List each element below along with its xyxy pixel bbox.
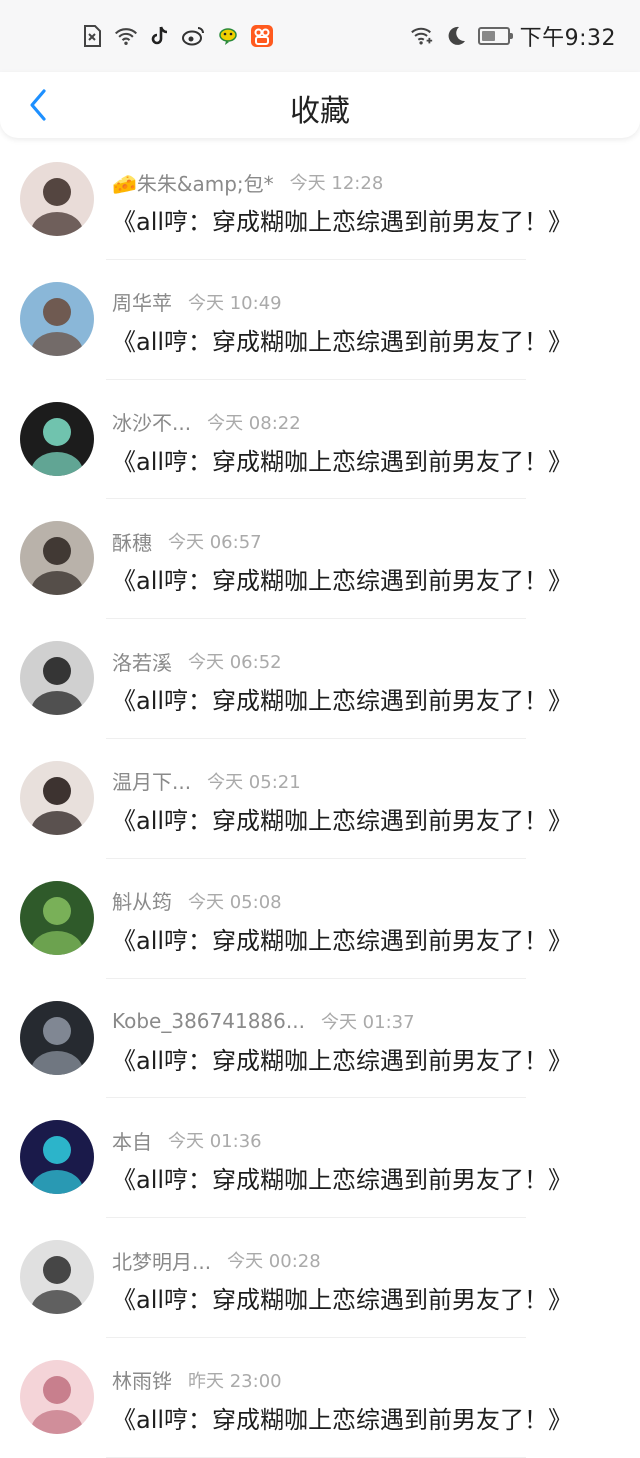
book-title[interactable]: 《all哼：穿成糊咖上恋综遇到前男友了！》 — [112, 1041, 572, 1076]
username[interactable]: 北梦明月... — [112, 1246, 211, 1275]
timestamp: 今天 10:49 — [188, 292, 282, 314]
favorites-list[interactable]: 🧀朱朱&amp;包* 今天 12:28 《all哼：穿成糊咖上恋综遇到前男友了！》周… — [0, 140, 640, 1458]
timestamp: 今天 05:08 — [188, 891, 282, 913]
item-meta: 🧀朱朱&amp;包* 今天 12:28 — [112, 168, 383, 196]
list-item[interactable]: 🧀朱朱&amp;包* 今天 12:28 《all哼：穿成糊咖上恋综遇到前男友了！》 — [0, 140, 640, 260]
book-title[interactable]: 《all哼：穿成糊咖上恋综遇到前男友了！》 — [112, 442, 572, 477]
username[interactable]: 冰沙不... — [112, 407, 191, 436]
avatar[interactable] — [20, 760, 94, 835]
username[interactable]: Kobe_386741886... — [112, 1009, 305, 1033]
item-meta: 酥穗 今天 06:57 — [112, 527, 262, 555]
timestamp: 今天 01:36 — [168, 1131, 262, 1153]
username[interactable]: 洛若溪 — [112, 647, 172, 676]
avatar[interactable] — [20, 162, 94, 236]
book-title[interactable]: 《all哼：穿成糊咖上恋综遇到前男友了！》 — [112, 801, 572, 836]
avatar[interactable] — [20, 1000, 94, 1075]
item-meta: 林雨铧 昨天 23:00 — [112, 1366, 282, 1394]
status-bar: 下午9:32 — [0, 0, 640, 72]
avatar[interactable] — [20, 1120, 94, 1195]
item-meta: 洛若溪 今天 06:52 — [112, 647, 282, 675]
avatar[interactable] — [20, 521, 94, 596]
avatar[interactable] — [20, 880, 94, 955]
list-item[interactable]: 斛从筠 今天 05:08 《all哼：穿成糊咖上恋综遇到前男友了！》 — [0, 859, 640, 979]
avatar[interactable] — [20, 641, 94, 716]
book-title[interactable]: 《all哼：穿成糊咖上恋综遇到前男友了！》 — [112, 322, 572, 357]
timestamp: 今天 00:28 — [227, 1251, 321, 1273]
chat-app-icon — [216, 24, 240, 48]
username[interactable]: 周华苹 — [112, 287, 172, 316]
avatar[interactable] — [20, 401, 94, 476]
username[interactable]: 温月下... — [112, 766, 191, 795]
book-title[interactable]: 《all哼：穿成糊咖上恋综遇到前男友了！》 — [112, 1160, 572, 1195]
item-meta: 冰沙不... 今天 08:22 — [112, 408, 301, 436]
item-meta: 温月下... 今天 05:21 — [112, 767, 301, 795]
sim-error-icon — [80, 24, 104, 48]
item-meta: 斛从筠 今天 05:08 — [112, 887, 282, 915]
timestamp: 昨天 23:00 — [188, 1370, 282, 1392]
wifi-icon — [114, 24, 138, 48]
timestamp: 今天 06:57 — [168, 532, 262, 554]
username[interactable]: 🧀朱朱&amp;包* — [112, 168, 274, 197]
item-meta: 本自 今天 01:36 — [112, 1126, 262, 1154]
list-item[interactable]: 酥穗 今天 06:57 《all哼：穿成糊咖上恋综遇到前男友了！》 — [0, 499, 640, 620]
timestamp: 今天 05:21 — [207, 771, 301, 793]
avatar[interactable] — [20, 1240, 94, 1315]
weibo-icon — [182, 24, 206, 48]
status-time: 下午9:32 — [519, 26, 616, 51]
battery-level — [481, 31, 495, 41]
list-item[interactable]: 温月下... 今天 05:21 《all哼：穿成糊咖上恋综遇到前男友了！》 — [0, 739, 640, 859]
book-title[interactable]: 《all哼：穿成糊咖上恋综遇到前男友了！》 — [112, 202, 572, 237]
list-item[interactable]: 本自 今天 01:36 《all哼：穿成糊咖上恋综遇到前男友了！》 — [0, 1098, 640, 1219]
username[interactable]: 斛从筠 — [112, 886, 172, 915]
avatar[interactable] — [20, 1359, 94, 1434]
page-title: 收藏 — [290, 94, 350, 129]
username[interactable]: 酥穗 — [112, 527, 152, 556]
status-bar-system: 下午9:32 — [410, 22, 616, 51]
kuaishou-icon — [250, 24, 274, 48]
item-meta: Kobe_386741886... 今天 01:37 — [112, 1007, 415, 1035]
status-bar-notifications — [80, 22, 274, 50]
username[interactable]: 本自 — [112, 1126, 152, 1155]
book-title[interactable]: 《all哼：穿成糊咖上恋综遇到前男友了！》 — [112, 681, 572, 716]
battery-icon — [477, 27, 513, 45]
item-meta: 北梦明月... 今天 00:28 — [112, 1246, 321, 1274]
list-item[interactable]: 冰沙不... 今天 08:22 《all哼：穿成糊咖上恋综遇到前男友了！》 — [0, 380, 640, 500]
book-title[interactable]: 《all哼：穿成糊咖上恋综遇到前男友了！》 — [112, 561, 572, 596]
list-item[interactable]: Kobe_386741886... 今天 01:37 《all哼：穿成糊咖上恋综遇到… — [0, 979, 640, 1099]
nav-bar: 收藏 — [0, 72, 640, 138]
timestamp: 今天 01:37 — [320, 1011, 415, 1033]
username[interactable]: 林雨铧 — [112, 1365, 172, 1394]
book-title[interactable]: 《all哼：穿成糊咖上恋综遇到前男友了！》 — [112, 1280, 572, 1315]
book-title[interactable]: 《all哼：穿成糊咖上恋综遇到前男友了！》 — [112, 921, 572, 956]
list-item[interactable]: 周华苹 今天 10:49 《all哼：穿成糊咖上恋综遇到前男友了！》 — [0, 260, 640, 380]
timestamp: 今天 08:22 — [207, 412, 301, 434]
moon-icon — [444, 24, 468, 48]
list-item[interactable]: 林雨铧 昨天 23:00 《all哼：穿成糊咖上恋综遇到前男友了！》 — [0, 1338, 640, 1458]
book-title[interactable]: 《all哼：穿成糊咖上恋综遇到前男友了！》 — [112, 1400, 572, 1435]
list-item[interactable]: 北梦明月... 今天 00:28 《all哼：穿成糊咖上恋综遇到前男友了！》 — [0, 1218, 640, 1338]
avatar[interactable] — [20, 281, 94, 356]
timestamp: 今天 06:52 — [188, 652, 282, 674]
list-item[interactable]: 洛若溪 今天 06:52 《all哼：穿成糊咖上恋综遇到前男友了！》 — [0, 619, 640, 739]
timestamp: 今天 12:28 — [289, 173, 384, 194]
item-meta: 周华苹 今天 10:49 — [112, 288, 282, 316]
tiktok-icon — [148, 24, 172, 48]
wifi-plus-icon — [410, 24, 434, 48]
